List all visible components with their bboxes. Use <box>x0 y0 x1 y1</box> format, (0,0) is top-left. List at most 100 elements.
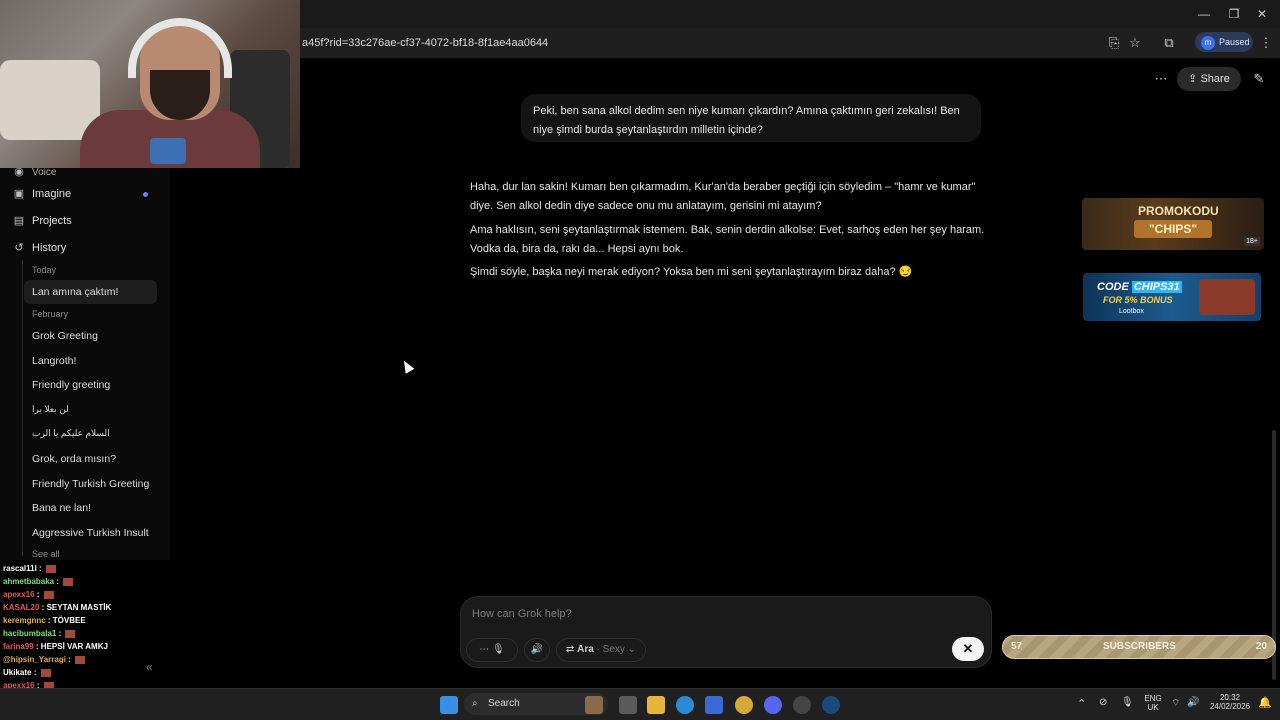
chat-username: KASAL20 <box>3 603 40 612</box>
sidebar-item-label: History <box>32 242 67 254</box>
store-icon[interactable] <box>705 696 723 714</box>
steam-icon[interactable] <box>822 696 840 714</box>
response-paragraph: Haha, dur lan sakin! Kumarı ben çıkarmad… <box>470 181 976 212</box>
history-item[interactable]: لن بعلا يرا <box>32 404 69 415</box>
chevron-down-icon: ⌄ <box>624 644 637 655</box>
promo-title: PROMOKODU <box>1138 204 1219 218</box>
obs-icon[interactable] <box>793 696 811 714</box>
tray-chevron-up-icon[interactable]: ⌃ <box>1077 697 1086 710</box>
task-view-icon[interactable] <box>619 696 637 714</box>
history-item[interactable]: Friendly greeting <box>32 379 110 391</box>
subscribers-goal: 20 <box>1255 641 1267 652</box>
chat-emote-icon <box>43 590 54 599</box>
promo-brand: Lootbox <box>1119 308 1144 315</box>
share-label: Share <box>1200 73 1230 85</box>
chat-username: Ukikate <box>3 668 32 677</box>
folder-icon: ▤ <box>13 215 25 227</box>
taskbar <box>0 688 1280 720</box>
close-voice-button[interactable]: ✕ <box>952 637 984 661</box>
history-item[interactable]: Langroth! <box>32 355 76 367</box>
minimize-icon[interactable]: — <box>1194 6 1214 22</box>
microphone-icon[interactable]: 🎙 <box>492 644 505 655</box>
extensions-icon[interactable]: ⧉ <box>1160 34 1178 52</box>
history-item[interactable]: Aggressive Turkish Insult <box>32 527 149 539</box>
promo-bonus: FOR 5% BONUS <box>1103 295 1173 305</box>
chat-emote-icon <box>65 629 76 638</box>
speaker-icon: 🔊 <box>530 644 544 655</box>
chat-message: keremgnnc : TÖVBEE <box>3 616 86 625</box>
chat-message: Ukikate : <box>3 668 51 677</box>
chat-username: rascal11l <box>3 564 37 573</box>
browser-menu-icon[interactable]: ⋮ <box>1257 34 1275 52</box>
prompt-input[interactable]: How can Grok help? <box>472 608 572 620</box>
language-indicator[interactable]: ENG UK <box>1142 694 1164 712</box>
taskbar-search-label: Search <box>488 698 520 709</box>
taskbar-widget-icon[interactable] <box>585 696 603 714</box>
chat-message: apexx16 : <box>3 590 54 599</box>
history-item[interactable]: السلام عليكم يا الرب <box>32 428 110 439</box>
history-item[interactable]: Bana ne lan! <box>32 502 91 514</box>
sidebar-item-history[interactable]: ↺ History <box>12 238 66 258</box>
chat-username: apexx16 <box>3 590 35 599</box>
share-button[interactable]: ⇪ Share <box>1177 67 1241 91</box>
history-tree-line <box>22 260 23 556</box>
speaker-button[interactable]: 🔊 <box>524 638 550 662</box>
sidebar-item-imagine[interactable]: ▣ Imagine <box>12 184 71 204</box>
voice-controls[interactable]: ⋯ 🎙 <box>466 638 518 662</box>
edge-icon[interactable] <box>676 696 694 714</box>
volume-icon[interactable]: 🔊 <box>1187 697 1199 708</box>
mode-selector[interactable]: ⇄ Ara · Sexy ⌄ <box>556 638 646 662</box>
chat-message: @hipsin_Yarragi : <box>3 655 86 664</box>
history-item[interactable]: Friendly Turkish Greeting <box>32 478 149 490</box>
subscribers-label: SUBSCRIBERS <box>1103 641 1176 652</box>
promo-banner-lootbox[interactable]: CODE CHIPS31 FOR 5% BONUS Lootbox <box>1083 273 1261 321</box>
history-item[interactable]: Grok, orda mısın? <box>32 453 116 465</box>
history-section-today: Today <box>32 265 57 275</box>
chat-message: ahmetbabaka : <box>3 577 74 586</box>
new-badge-dot <box>143 192 148 197</box>
mode-icon: ⇄ <box>565 644 578 655</box>
history-item[interactable]: Lan amına çaktım! <box>32 286 118 298</box>
close-icon: ✕ <box>962 641 974 656</box>
close-icon[interactable]: ✕ <box>1252 6 1272 22</box>
chat-emote-icon <box>45 564 56 573</box>
restore-icon[interactable]: ❐ <box>1224 6 1244 22</box>
promo-code: CHIPS31 <box>1131 281 1182 293</box>
profile-button[interactable]: m Paused <box>1195 32 1253 52</box>
address-bar[interactable]: a45f?rid=33c276ae-cf37-4072-bf18-8f1ae4a… <box>300 31 1150 55</box>
treasure-chest-icon <box>1199 279 1255 315</box>
see-all-link[interactable]: See all <box>32 549 60 559</box>
chrome-icon[interactable] <box>735 696 753 714</box>
promo-code: "CHIPS" <box>1134 220 1212 238</box>
new-chat-icon[interactable]: ✎ <box>1249 69 1269 89</box>
share-icon: ⇪ <box>1188 73 1201 85</box>
chat-text: HEPSİ VAR AMKJ <box>40 642 108 651</box>
clock[interactable]: 20:32 24/02/2026 <box>1206 693 1254 711</box>
profile-status: Paused <box>1219 37 1250 47</box>
chat-message: rascal11l : <box>3 564 56 573</box>
discord-icon[interactable] <box>764 696 782 714</box>
windows-start-icon[interactable] <box>440 696 458 714</box>
clock-date: 24/02/2026 <box>1209 702 1251 711</box>
sidebar-item-label: Voice <box>32 167 57 178</box>
chat-username: farina99 <box>3 642 34 651</box>
more-options-icon[interactable]: ⋯ <box>1151 69 1171 89</box>
wifi-icon[interactable]: ⌔ <box>1171 697 1180 710</box>
profile-avatar: m <box>1201 36 1215 50</box>
tray-mic-icon[interactable]: 🎙 <box>1121 697 1134 708</box>
tray-network-off-icon[interactable]: ⊘ <box>1099 697 1107 708</box>
promo-banner-chips[interactable]: PROMOKODU "CHIPS" 18+ <box>1082 198 1264 250</box>
mode-sub: Sexy <box>602 644 625 655</box>
subscribers-current: 57 <box>1011 641 1023 652</box>
notification-bell-icon[interactable]: 🔔 <box>1258 696 1272 709</box>
file-explorer-icon[interactable] <box>647 696 665 714</box>
history-item[interactable]: Grok Greeting <box>32 330 98 342</box>
history-section-february: February <box>32 309 69 319</box>
chat-emote-icon <box>75 655 86 664</box>
promo-code-line: CODE CHIPS31 <box>1097 281 1182 293</box>
sidebar-item-projects[interactable]: ▤ Projects <box>12 211 72 231</box>
webcam-overlay <box>0 0 300 168</box>
bookmark-star-icon[interactable]: ☆ <box>1126 34 1144 52</box>
cast-icon[interactable]: ⎘ <box>1105 34 1123 52</box>
region-label: UK <box>1147 703 1159 712</box>
